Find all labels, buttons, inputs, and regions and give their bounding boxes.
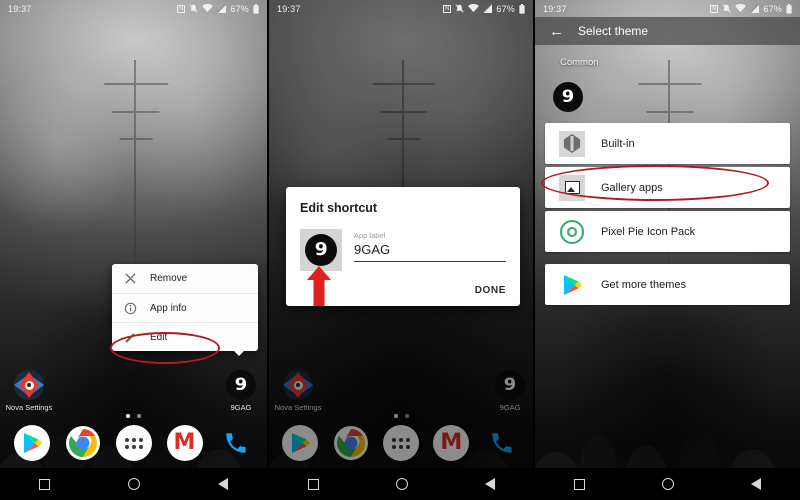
cell-signal-icon	[483, 4, 493, 13]
theme-label: Pixel Pie Icon Pack	[601, 225, 696, 238]
recents-button[interactable]	[39, 478, 50, 490]
chrome-icon[interactable]	[65, 425, 101, 461]
battery-icon	[786, 3, 792, 14]
status-bar: 19:37 N 67%	[0, 0, 267, 17]
theme-label: Gallery apps	[601, 181, 663, 194]
phone-icon[interactable]	[218, 425, 254, 461]
theme-label: Built-in	[601, 137, 635, 150]
shortcut-context-menu: Remove App info Edit	[112, 264, 258, 356]
recents-button[interactable]	[573, 478, 585, 490]
notifications-muted-icon	[189, 4, 198, 13]
home-button[interactable]	[661, 478, 674, 490]
status-time: 19:37	[543, 3, 567, 14]
status-time: 19:37	[277, 3, 301, 14]
info-circle-icon	[124, 302, 137, 315]
theme-preview-icon: 9	[553, 82, 583, 112]
notifications-muted-icon	[455, 4, 464, 13]
dock: M	[0, 418, 267, 468]
nfc-icon: N	[177, 4, 186, 13]
status-bar: 19:37 N 67%	[535, 0, 800, 17]
menu-caret	[234, 351, 244, 356]
battery-percent: 67%	[496, 3, 515, 14]
screenshot-stage: 19:37 N 67% Nova Settings 9 9GAG M Remov…	[0, 0, 800, 500]
home-button[interactable]	[395, 478, 408, 490]
menu-item-label: App info	[150, 302, 187, 314]
pixel-pie-icon	[559, 219, 585, 245]
menu-item-remove[interactable]: Remove	[112, 264, 258, 293]
ninegag-icon: 9	[305, 234, 337, 266]
nfc-icon: N	[443, 4, 452, 13]
ninegag-icon: 9	[226, 370, 256, 400]
app-icon-nova-settings[interactable]: Nova Settings	[2, 370, 56, 412]
battery-icon	[519, 3, 525, 14]
close-x-icon	[124, 272, 137, 285]
menu-item-label: Remove	[150, 273, 188, 284]
app-icon-9gag[interactable]: 9 9GAG	[214, 370, 267, 412]
back-button[interactable]	[218, 478, 228, 490]
back-button[interactable]	[751, 478, 762, 490]
app-drawer-icon[interactable]	[115, 425, 152, 461]
panel-homescreen-menu: 19:37 N 67% Nova Settings 9 9GAG M Remov…	[0, 0, 267, 500]
shortcut-icon-button[interactable]: 9	[300, 229, 342, 271]
app-bar: ← Select theme	[535, 17, 800, 45]
back-arrow-icon[interactable]: ←	[549, 24, 564, 39]
navigation-bar	[535, 468, 800, 500]
ninegag-icon: 9	[553, 82, 583, 112]
cell-signal-icon	[750, 4, 760, 13]
navigation-bar	[269, 468, 533, 500]
theme-row-built-in[interactable]: Built-in	[545, 123, 790, 164]
menu-item-edit[interactable]: Edit	[112, 322, 258, 351]
app-label: Nova Settings	[5, 403, 53, 412]
theme-label: Get more themes	[601, 278, 686, 291]
recents-button[interactable]	[307, 478, 319, 490]
wifi-icon	[202, 4, 214, 13]
theme-row-pixel-pie-icon-pack[interactable]: Pixel Pie Icon Pack	[545, 211, 790, 252]
battery-percent: 67%	[763, 3, 782, 14]
panel-edit-shortcut: 19:37 N 67% Nova Settings 9 9GAG M Edit …	[267, 0, 535, 500]
navigation-bar	[0, 468, 267, 500]
app-label-input[interactable]: 9GAG	[354, 242, 506, 261]
wifi-icon	[468, 4, 480, 13]
battery-percent: 67%	[230, 3, 249, 14]
battery-icon	[253, 3, 259, 14]
section-header-common: Common	[560, 57, 599, 68]
app-label-field[interactable]: App label 9GAG	[354, 229, 506, 263]
play-store-icon[interactable]	[13, 425, 50, 461]
theme-row-get-more-themes[interactable]: Get more themes	[545, 264, 790, 305]
play-store-icon	[559, 272, 585, 298]
panel-select-theme: 19:37 N 67% ← Select theme Common 9 Buil…	[535, 0, 800, 500]
theme-list: Built-in Gallery apps Pixel Pie Icon Pac…	[545, 123, 790, 308]
annotation-arrow-up	[305, 266, 333, 311]
nova-settings-icon	[14, 370, 44, 400]
pencil-icon	[124, 331, 137, 344]
menu-item-app-info[interactable]: App info	[112, 293, 258, 322]
page-title: Select theme	[578, 24, 649, 38]
back-button[interactable]	[484, 478, 495, 490]
field-underline	[354, 261, 506, 263]
gmail-icon[interactable]: M	[166, 425, 203, 461]
notifications-muted-icon	[722, 4, 731, 13]
menu-item-label: Edit	[150, 331, 168, 343]
app-label: 9GAG	[230, 403, 252, 412]
status-time: 19:37	[8, 3, 32, 14]
pylon-silhouette	[91, 60, 182, 290]
cell-signal-icon	[217, 4, 227, 13]
builtin-icon	[559, 130, 585, 157]
status-bar: 19:37 N 67%	[269, 0, 533, 17]
home-button[interactable]	[128, 478, 140, 490]
app-label-caption: App label	[354, 231, 386, 240]
theme-row-gallery-apps[interactable]: Gallery apps	[545, 167, 790, 208]
nfc-icon: N	[710, 4, 719, 13]
gallery-picture-icon	[559, 174, 585, 201]
dialog-title: Edit shortcut	[300, 201, 378, 215]
done-button[interactable]: DONE	[475, 285, 506, 296]
wifi-icon	[735, 4, 747, 13]
